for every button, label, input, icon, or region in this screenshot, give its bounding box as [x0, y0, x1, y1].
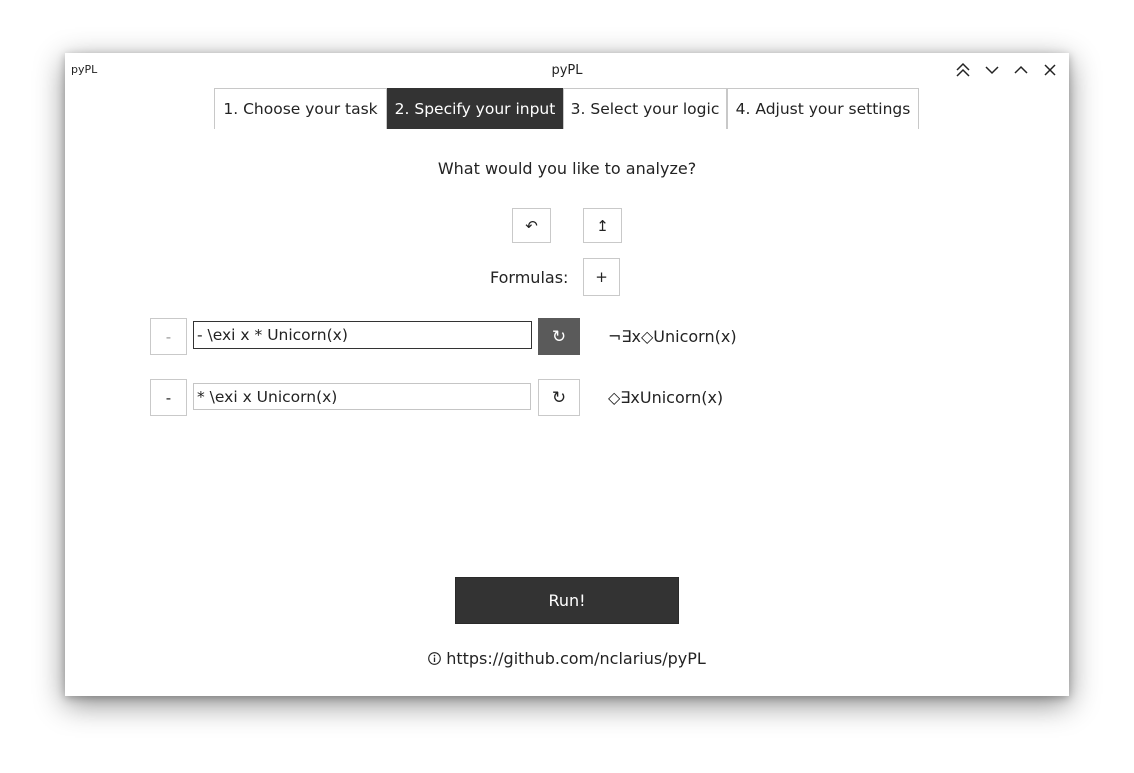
upload-icon: ↥: [596, 216, 609, 235]
minimize-button[interactable]: [981, 59, 1003, 81]
undo-button[interactable]: ↶: [512, 208, 551, 243]
run-button[interactable]: Run!: [455, 577, 679, 624]
info-icon: [428, 652, 442, 665]
tab-specify-input[interactable]: 2. Specify your input: [387, 88, 563, 129]
project-link-row: https://github.com/nclarius/pyPL: [65, 649, 1069, 668]
formula-input[interactable]: [193, 383, 531, 410]
add-formula-button[interactable]: +: [583, 258, 620, 296]
project-link[interactable]: https://github.com/nclarius/pyPL: [446, 649, 706, 668]
double-chevron-up-icon: [956, 62, 970, 77]
title-bar: pyPL pyPL: [65, 53, 1069, 87]
keep-above-button[interactable]: [952, 59, 974, 81]
app-window: pyPL pyPL 1. Choose your task 2. Specify…: [65, 53, 1069, 696]
chevron-up-icon: [1014, 65, 1028, 74]
close-button[interactable]: [1039, 59, 1061, 81]
tab-choose-task[interactable]: 1. Choose your task: [214, 88, 387, 129]
undo-icon: ↶: [525, 216, 538, 235]
chevron-down-icon: [985, 66, 999, 75]
upload-button[interactable]: ↥: [583, 208, 622, 243]
tab-select-logic[interactable]: 3. Select your logic: [563, 88, 727, 129]
remove-formula-button[interactable]: -: [150, 379, 187, 416]
refresh-button[interactable]: ↻: [538, 379, 580, 416]
window-title: pyPL: [551, 63, 583, 78]
tab-bar: 1. Choose your task 2. Specify your inpu…: [214, 88, 919, 130]
rendered-formula: ◇∃xUnicorn(x): [608, 388, 724, 407]
tab-adjust-settings[interactable]: 4. Adjust your settings: [727, 88, 919, 129]
refresh-icon: ↻: [551, 326, 567, 347]
rendered-formula: ¬∃x◇Unicorn(x): [608, 327, 737, 346]
page-prompt: What would you like to analyze?: [437, 159, 697, 178]
close-icon: [1044, 64, 1056, 76]
formulas-label: Formulas:: [490, 268, 569, 287]
refresh-icon: ↻: [551, 387, 567, 408]
formula-input[interactable]: [193, 321, 532, 349]
maximize-button[interactable]: [1010, 59, 1032, 81]
remove-formula-button[interactable]: -: [150, 318, 187, 355]
refresh-button[interactable]: ↻: [538, 318, 580, 355]
